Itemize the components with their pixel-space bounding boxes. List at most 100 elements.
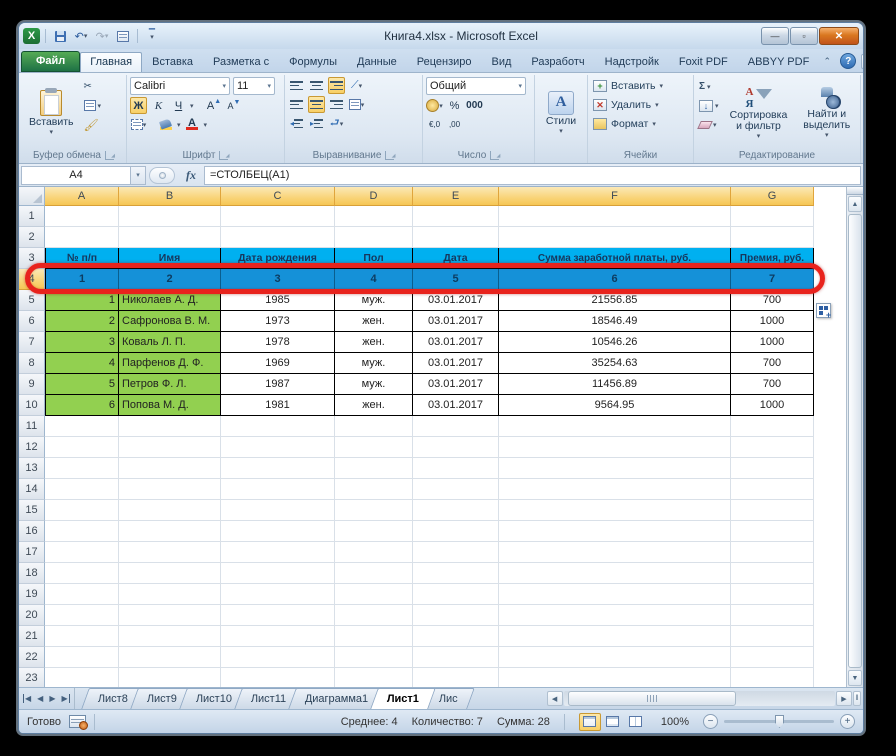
cell-B15[interactable]: [119, 500, 221, 521]
paste-button[interactable]: Вставить▾: [24, 77, 79, 148]
cell-E14[interactable]: [413, 479, 499, 500]
cell-E7[interactable]: 03.01.2017: [413, 332, 499, 353]
cell-A23[interactable]: [45, 668, 119, 687]
cell-B16[interactable]: [119, 521, 221, 542]
cell-B6[interactable]: Сафронова В. М.: [119, 311, 221, 332]
zoom-in-button[interactable]: +: [840, 714, 855, 729]
split-handle[interactable]: [847, 187, 863, 195]
row-header-6[interactable]: 6: [19, 311, 45, 332]
vertical-scroll-thumb[interactable]: [848, 214, 862, 668]
cell-D8[interactable]: муж.: [335, 353, 413, 374]
clipboard-dialog-launcher[interactable]: [105, 151, 114, 160]
cell-A13[interactable]: [45, 458, 119, 479]
redo-button[interactable]: ↷▾: [93, 28, 111, 45]
cell-G21[interactable]: [731, 626, 814, 647]
decrease-decimal-button[interactable]: ,00: [446, 116, 463, 133]
cell-G11[interactable]: [731, 416, 814, 437]
cell-D16[interactable]: [335, 521, 413, 542]
macro-record-icon[interactable]: [69, 715, 86, 728]
italic-button[interactable]: К: [150, 97, 167, 114]
underline-button[interactable]: Ч: [170, 97, 187, 114]
row-header-19[interactable]: 19: [19, 584, 45, 605]
restore-button[interactable]: ▫: [790, 27, 818, 45]
cell-A6[interactable]: 2: [45, 311, 119, 332]
cell-C4[interactable]: 3: [221, 269, 335, 290]
cell-E8[interactable]: 03.01.2017: [413, 353, 499, 374]
cell-A4[interactable]: 1: [45, 269, 119, 290]
grow-font-button[interactable]: А▲: [206, 97, 223, 114]
format-cells-button[interactable]: Формат▾: [591, 115, 690, 133]
cell-D18[interactable]: [335, 563, 413, 584]
cell-F2[interactable]: [499, 227, 731, 248]
cell-C16[interactable]: [221, 521, 335, 542]
table-mode-button[interactable]: [114, 28, 132, 45]
cell-F10[interactable]: 9564.95: [499, 395, 731, 416]
cell-D10[interactable]: жен.: [335, 395, 413, 416]
cell-E18[interactable]: [413, 563, 499, 584]
autosum-button[interactable]: Σ▾: [697, 78, 721, 95]
align-middle-button[interactable]: [308, 77, 325, 94]
cell-E16[interactable]: [413, 521, 499, 542]
cell-G22[interactable]: [731, 647, 814, 668]
font-color-button[interactable]: А: [184, 116, 201, 133]
save-button[interactable]: [51, 28, 69, 45]
column-header-E[interactable]: E: [413, 187, 499, 206]
cell-G19[interactable]: [731, 584, 814, 605]
cell-C14[interactable]: [221, 479, 335, 500]
row-header-8[interactable]: 8: [19, 353, 45, 374]
cell-F13[interactable]: [499, 458, 731, 479]
row-header-15[interactable]: 15: [19, 500, 45, 521]
cell-C18[interactable]: [221, 563, 335, 584]
cell-C15[interactable]: [221, 500, 335, 521]
cell-F23[interactable]: [499, 668, 731, 687]
cell-A11[interactable]: [45, 416, 119, 437]
percent-format-button[interactable]: %: [446, 97, 463, 114]
cell-F17[interactable]: [499, 542, 731, 563]
name-box[interactable]: A4: [21, 166, 131, 185]
cell-D19[interactable]: [335, 584, 413, 605]
page-break-view-button[interactable]: [625, 713, 647, 731]
cell-A12[interactable]: [45, 437, 119, 458]
row-header-4[interactable]: 4: [19, 269, 45, 290]
cell-D9[interactable]: муж.: [335, 374, 413, 395]
cell-E6[interactable]: 03.01.2017: [413, 311, 499, 332]
hscroll-right-button[interactable]: ▶: [836, 691, 852, 706]
cell-B3[interactable]: Имя: [119, 248, 221, 269]
orientation-button[interactable]: ⟋▾: [348, 77, 365, 94]
column-header-D[interactable]: D: [335, 187, 413, 206]
cell-D17[interactable]: [335, 542, 413, 563]
cell-C2[interactable]: [221, 227, 335, 248]
row-header-21[interactable]: 21: [19, 626, 45, 647]
cell-F7[interactable]: 10546.26: [499, 332, 731, 353]
cell-B18[interactable]: [119, 563, 221, 584]
delete-cells-button[interactable]: ✕Удалить▾: [591, 96, 690, 114]
cell-C19[interactable]: [221, 584, 335, 605]
cell-B5[interactable]: Николаев А. Д.: [119, 290, 221, 311]
cell-D20[interactable]: [335, 605, 413, 626]
currency-format-button[interactable]: ▾: [426, 97, 443, 114]
cell-E22[interactable]: [413, 647, 499, 668]
row-header-23[interactable]: 23: [19, 668, 45, 687]
cell-D14[interactable]: [335, 479, 413, 500]
scroll-up-button[interactable]: ▲: [848, 196, 862, 212]
cell-B8[interactable]: Парфенов Д. Ф.: [119, 353, 221, 374]
cell-C3[interactable]: Дата рождения: [221, 248, 335, 269]
format-painter-button[interactable]: 🖌︎: [82, 116, 104, 133]
cell-F18[interactable]: [499, 563, 731, 584]
ribbon-tab-разработч[interactable]: Разработч: [521, 52, 594, 72]
cell-E10[interactable]: 03.01.2017: [413, 395, 499, 416]
ribbon-tab-рецензиро[interactable]: Рецензиро: [407, 52, 482, 72]
row-header-12[interactable]: 12: [19, 437, 45, 458]
cell-A20[interactable]: [45, 605, 119, 626]
cell-G4[interactable]: 7: [731, 269, 814, 290]
cell-C22[interactable]: [221, 647, 335, 668]
cell-A1[interactable]: [45, 206, 119, 227]
normal-view-button[interactable]: [579, 713, 601, 731]
cell-D5[interactable]: муж.: [335, 290, 413, 311]
cell-D21[interactable]: [335, 626, 413, 647]
cell-F15[interactable]: [499, 500, 731, 521]
find-select-button[interactable]: Найти и выделить▾: [796, 77, 857, 148]
ribbon-tab-foxit-pdf[interactable]: Foxit PDF: [669, 52, 738, 72]
cell-B17[interactable]: [119, 542, 221, 563]
cell-B12[interactable]: [119, 437, 221, 458]
